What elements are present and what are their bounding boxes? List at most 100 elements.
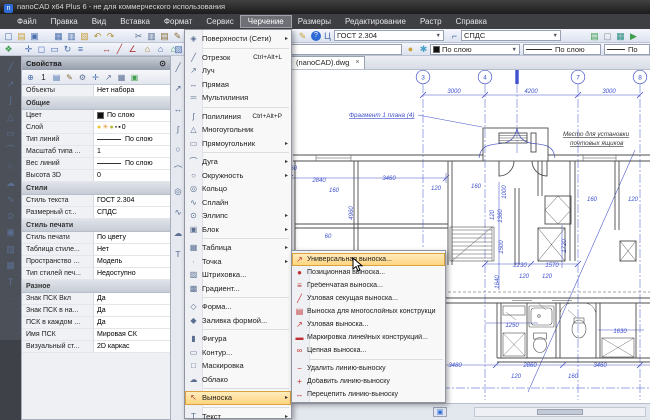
- script-icon[interactable]: ▶: [627, 30, 640, 42]
- property-value[interactable]: Модель: [94, 256, 170, 268]
- drawing-menu-item-24[interactable]: ↖Выноска▸: [185, 391, 291, 405]
- property-value[interactable]: Мировая СК: [94, 329, 170, 341]
- close-tab-icon[interactable]: ×: [355, 57, 359, 69]
- menubar-item-5[interactable]: Сервис: [199, 16, 240, 27]
- spline-icon[interactable]: ∿: [174, 207, 181, 218]
- drawing-menu-item-5[interactable]: ʃПолилинияCtrl+Alt+P: [185, 110, 291, 124]
- text-style-combo[interactable]: ГОСТ 2.304 ▼: [334, 30, 444, 41]
- menubar-item-10[interactable]: Справка: [449, 16, 494, 27]
- drawing-menu-item-15[interactable]: ∙Точка▸: [185, 255, 291, 269]
- preview-icon[interactable]: ▥: [65, 30, 78, 42]
- leader-submenu-item-6[interactable]: ▬Маркировка линейных конструкций...: [292, 331, 445, 344]
- regen-icon[interactable]: ↻: [61, 43, 74, 55]
- horizontal-scrollbar[interactable]: [474, 407, 646, 417]
- property-value[interactable]: По цвету: [94, 232, 170, 244]
- quick-select-icon[interactable]: ▤: [51, 73, 62, 82]
- drawing-menu-item-20[interactable]: ▮Фигура: [185, 332, 291, 346]
- polygon-icon[interactable]: △: [3, 111, 18, 124]
- dim-style-icon[interactable]: ⌐: [448, 30, 461, 42]
- property-value[interactable]: ●☀●▪▪0: [94, 122, 170, 134]
- help-icon[interactable]: ?: [311, 31, 321, 41]
- menubar-item-6[interactable]: Черчение: [241, 16, 291, 27]
- drawing-menu-item-25[interactable]: ТТекст▸: [185, 410, 291, 420]
- drawing-menu-item-22[interactable]: □Маскировка: [185, 359, 291, 373]
- zoom-extents-icon[interactable]: ▭: [48, 43, 61, 55]
- open-file-icon[interactable]: ▤: [15, 30, 28, 42]
- menubar-item-8[interactable]: Редактирование: [338, 16, 413, 27]
- property-value[interactable]: Нет набора: [94, 85, 170, 97]
- rectangle-icon[interactable]: ▭: [3, 127, 18, 140]
- menubar-item-4[interactable]: Формат: [157, 16, 199, 27]
- layer-freeze-icon[interactable]: ✱: [417, 43, 430, 55]
- pickadd-icon[interactable]: ✛: [90, 73, 101, 82]
- layer-state-icon[interactable]: ⌂: [154, 43, 167, 55]
- property-value[interactable]: Да: [94, 293, 170, 305]
- arc-icon[interactable]: ⌒: [3, 144, 18, 157]
- property-value[interactable]: По слою: [94, 110, 170, 122]
- drawing-menu-item-21[interactable]: ▭Контур...: [185, 346, 291, 360]
- cloud-icon[interactable]: ☁: [174, 228, 183, 239]
- text-icon[interactable]: Т: [175, 249, 180, 259]
- drawing-menu-item-17[interactable]: ▩Градиент...: [185, 282, 291, 296]
- copy-icon[interactable]: ▥: [145, 30, 158, 42]
- drawing-menu-item-4[interactable]: ═Мультилиния: [185, 91, 291, 105]
- layer-lock-icon[interactable]: ●: [404, 43, 417, 55]
- drawing-menu-item-8[interactable]: ⌒Дуга▸: [185, 155, 291, 169]
- property-value[interactable]: Нет: [94, 244, 170, 256]
- scrollbar-thumb[interactable]: [537, 409, 583, 415]
- menubar-item-3[interactable]: Вставка: [113, 16, 157, 27]
- ellipse-icon[interactable]: ⊙: [3, 210, 18, 223]
- drawing-menu-item-19[interactable]: ◆Заливка формой...: [185, 314, 291, 328]
- leader-submenu-item-4[interactable]: ▤Выноска для многослойных конструкций...: [292, 305, 445, 318]
- polyline-icon[interactable]: ʃ: [177, 124, 179, 134]
- drawing-menu-item-1[interactable]: ╱ОтрезокCtrl+Alt+L: [185, 51, 291, 65]
- property-value[interactable]: По слою: [94, 134, 170, 146]
- spline-icon[interactable]: ∿: [3, 193, 18, 206]
- drawing-menu-item-18[interactable]: ◇Форма...: [185, 300, 291, 314]
- drawing-menu-item-3[interactable]: ↔Прямая: [185, 78, 291, 92]
- point-icon[interactable]: ∙: [3, 292, 18, 305]
- block-icon[interactable]: ▣: [3, 226, 18, 239]
- leader-submenu-item-9[interactable]: +Добавить линию-выноску: [292, 375, 445, 388]
- cut-icon[interactable]: ✂: [132, 30, 145, 42]
- circle-icon[interactable]: ○: [175, 144, 180, 154]
- redo-icon[interactable]: ↷: [104, 30, 117, 42]
- layer-combo[interactable]: По слою ▼: [430, 44, 520, 55]
- leader-submenu-item-3[interactable]: ╱Узловая секущая выноска...: [292, 292, 445, 305]
- dim-style-combo[interactable]: СПДС ▼: [461, 30, 561, 41]
- table-icon[interactable]: ▦: [3, 259, 18, 272]
- property-value[interactable]: Недоступно: [94, 268, 170, 280]
- zoom-window-icon[interactable]: ◻: [35, 43, 48, 55]
- circle-icon[interactable]: ○: [3, 160, 18, 173]
- order-icon[interactable]: ≡: [74, 43, 87, 55]
- leader-submenu-item-2[interactable]: ≡Гребенчатая выноска...: [292, 279, 445, 292]
- segment-icon[interactable]: ╱: [175, 62, 180, 73]
- property-value[interactable]: 0: [94, 170, 170, 182]
- plot-icon[interactable]: ▦: [52, 30, 65, 42]
- draw-order-icon[interactable]: ✎: [296, 30, 309, 42]
- text-icon[interactable]: Т: [3, 276, 18, 289]
- drawing-menu-item-2[interactable]: ↗Луч: [185, 64, 291, 78]
- drawing-menu-item-16[interactable]: ▨Штриховка...: [185, 268, 291, 282]
- menubar-item-1[interactable]: Правка: [44, 16, 85, 27]
- raster-icon[interactable]: ▦: [614, 30, 627, 42]
- export-icon[interactable]: ↗: [103, 73, 114, 82]
- ring-icon[interactable]: ◎: [174, 186, 181, 197]
- linetype-combo[interactable]: По слою: [523, 44, 601, 55]
- dim-aligned-icon[interactable]: ╱: [113, 43, 126, 55]
- hatch-icon[interactable]: ▨: [3, 243, 18, 256]
- menubar-item-7[interactable]: Размеры: [291, 16, 338, 27]
- menubar-item-0[interactable]: Файл: [10, 16, 44, 27]
- drawing-menu-item-7[interactable]: ▭Прямоугольник▸: [185, 137, 291, 151]
- save-file-icon[interactable]: ▣: [28, 30, 41, 42]
- match-props-icon[interactable]: ✎: [171, 30, 184, 42]
- text-style-icon[interactable]: Ц: [321, 30, 334, 42]
- property-value[interactable]: Да: [94, 305, 170, 317]
- polyline-icon[interactable]: ʃ: [3, 94, 18, 107]
- property-value[interactable]: По слою: [94, 158, 170, 170]
- undo-icon[interactable]: ↶: [91, 30, 104, 42]
- drawing-menu-item-9[interactable]: ○Окружность▸: [185, 169, 291, 183]
- pan-icon[interactable]: ✛: [22, 43, 35, 55]
- dim-linear-icon[interactable]: ↔: [100, 43, 113, 55]
- drawing-menu-item-0[interactable]: ◈Поверхности (Сети)▸: [185, 32, 291, 46]
